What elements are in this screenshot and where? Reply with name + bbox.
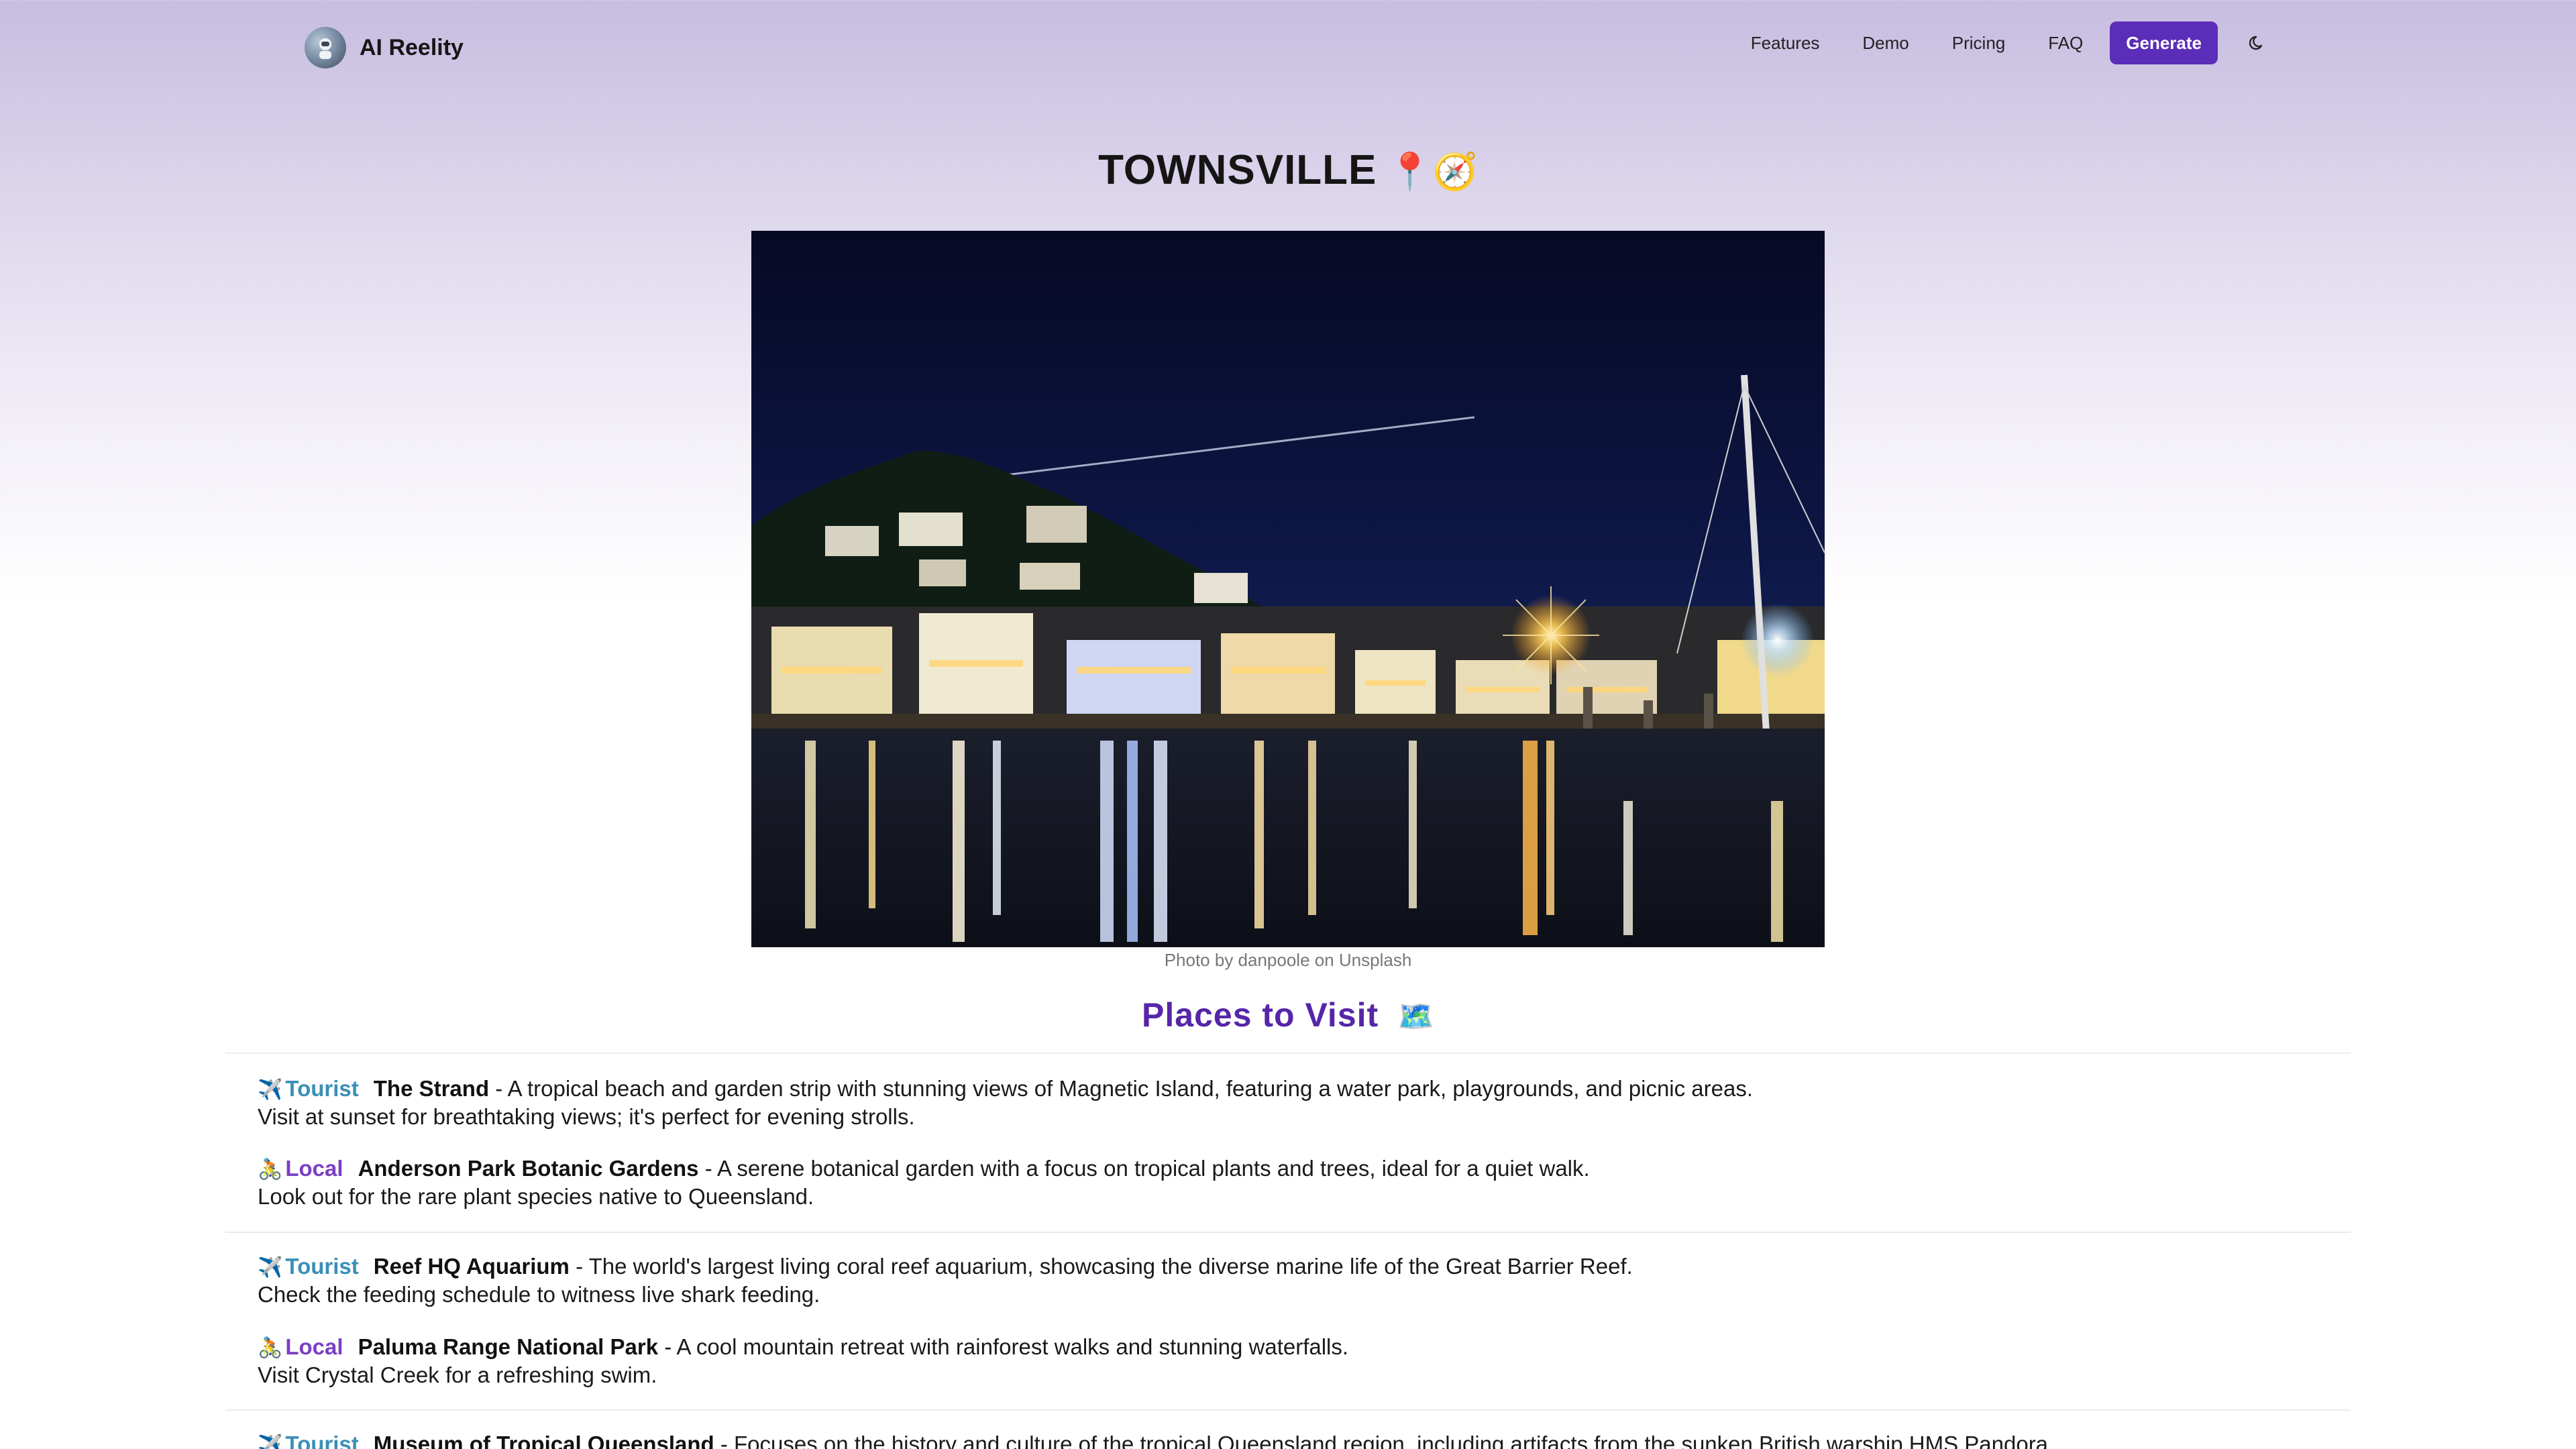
nav-faq[interactable]: FAQ bbox=[2048, 33, 2083, 54]
top-navbar: AI Reelity Features Demo Pricing FAQ Gen… bbox=[0, 0, 2576, 94]
brand[interactable]: AI Reelity bbox=[305, 25, 464, 70]
tag-label: Tourist bbox=[285, 1076, 359, 1101]
astronaut-icon bbox=[305, 27, 346, 68]
tag-local: 🚴 Local bbox=[258, 1156, 343, 1181]
tag-label: Tourist bbox=[285, 1254, 359, 1279]
tag-tourist: ✈️ Tourist bbox=[258, 1254, 359, 1279]
moon-icon[interactable] bbox=[2245, 30, 2271, 56]
generate-button[interactable]: Generate bbox=[2110, 21, 2218, 64]
divider bbox=[225, 1409, 2351, 1411]
tag-label: Tourist bbox=[285, 1432, 359, 1449]
place-item: 🚴 Local Anderson Park Botanic Gardens - A … bbox=[258, 1155, 2337, 1210]
city-photo bbox=[751, 231, 1825, 947]
nav-demo[interactable]: Demo bbox=[1862, 33, 1909, 54]
pin-compass-icon: 📍🧭 bbox=[1387, 152, 1478, 192]
tag-tourist: ✈️ Tourist bbox=[258, 1076, 359, 1101]
place-description: - A serene botanical garden with a focus… bbox=[698, 1156, 1590, 1181]
place-description: - A tropical beach and garden strip with… bbox=[489, 1076, 1754, 1101]
tag-local: 🚴 Local bbox=[258, 1334, 343, 1359]
airplane-icon: ✈️ bbox=[258, 1256, 283, 1279]
place-description: - Focuses on the history and culture of … bbox=[714, 1432, 2055, 1449]
tag-label: Local bbox=[285, 1334, 343, 1359]
divider bbox=[225, 1232, 2351, 1233]
place-name: Paluma Range National Park bbox=[358, 1334, 659, 1359]
place-description: - The world's largest living coral reef … bbox=[569, 1254, 1633, 1279]
nav-pricing[interactable]: Pricing bbox=[1952, 33, 2005, 54]
photo-credit: Photo by danpoole on Unsplash bbox=[1164, 950, 1412, 970]
main-nav: Features Demo Pricing FAQ Generate bbox=[1751, 21, 2271, 64]
place-item: ✈️ Tourist Museum of Tropical Queensland -… bbox=[258, 1431, 2337, 1449]
place-tip: Visit at sunset for breathtaking views; … bbox=[258, 1104, 915, 1129]
divider bbox=[225, 1053, 2351, 1054]
page-title-row: TOWNSVILLE 📍🧭 bbox=[0, 146, 2576, 194]
cyclist-icon: 🚴 bbox=[258, 1159, 283, 1181]
place-name: Reef HQ Aquarium bbox=[373, 1254, 570, 1279]
place-name: The Strand bbox=[373, 1076, 490, 1101]
place-tip: Visit Crystal Creek for a refreshing swi… bbox=[258, 1362, 657, 1387]
brand-name: AI Reelity bbox=[360, 34, 464, 60]
places-heading: Places to Visit bbox=[1142, 996, 1379, 1034]
map-icon: 🗺️ bbox=[1397, 1000, 1434, 1033]
cyclist-icon: 🚴 bbox=[258, 1337, 283, 1359]
place-item: ✈️ Tourist The Strand - A tropical beach a… bbox=[258, 1075, 2337, 1130]
place-tip: Check the feeding schedule to witness li… bbox=[258, 1282, 820, 1307]
place-item: 🚴 Local Paluma Range National Park - A coo… bbox=[258, 1334, 2337, 1389]
place-tip: Look out for the rare plant species nati… bbox=[258, 1184, 814, 1209]
place-description: - A cool mountain retreat with rainfores… bbox=[658, 1334, 1349, 1359]
places-heading-row: Places to Visit 🗺️ bbox=[0, 996, 2576, 1034]
page-title: TOWNSVILLE bbox=[1098, 147, 1377, 193]
nav-features[interactable]: Features bbox=[1751, 33, 1820, 54]
tag-label: Local bbox=[285, 1156, 343, 1181]
place-name: Museum of Tropical Queensland bbox=[373, 1432, 714, 1449]
tag-tourist: ✈️ Tourist bbox=[258, 1432, 359, 1449]
airplane-icon: ✈️ bbox=[258, 1079, 283, 1101]
place-name: Anderson Park Botanic Gardens bbox=[358, 1156, 699, 1181]
airplane-icon: ✈️ bbox=[258, 1434, 283, 1449]
place-item: ✈️ Tourist Reef HQ Aquarium - The world's … bbox=[258, 1253, 2337, 1308]
